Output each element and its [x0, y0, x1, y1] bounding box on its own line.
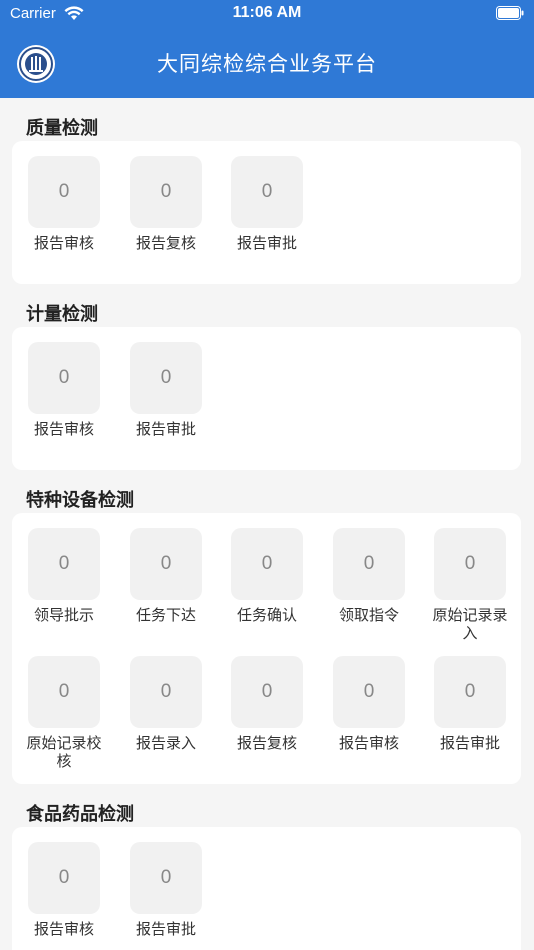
tile-food-report-review[interactable]: 0 报告审核	[28, 842, 100, 938]
tile-special-report-recheck[interactable]: 0 报告复核	[231, 656, 303, 752]
count-badge: 0	[130, 342, 202, 414]
app-header: Carrier 11:06 AM 大同综检综合业务平台	[0, 0, 534, 98]
tile-quality-report-approve[interactable]: 0 报告审批	[231, 156, 303, 252]
tile-task-assign[interactable]: 0 任务下达	[130, 528, 202, 624]
tile-label: 报告审批	[236, 234, 297, 252]
card-metrology: 0 报告审核 0 报告审批	[12, 327, 521, 470]
tile-label: 领取指令	[338, 606, 399, 624]
tile-special-report-review[interactable]: 0 报告审核	[333, 656, 405, 752]
tile-raw-record-check[interactable]: 0 原始记录校核	[26, 656, 102, 770]
tile-metrology-report-review[interactable]: 0 报告审核	[28, 342, 100, 438]
status-bar: Carrier 11:06 AM	[0, 0, 534, 28]
tile-label: 报告审批	[135, 920, 196, 938]
tile-report-entry[interactable]: 0 报告录入	[130, 656, 202, 752]
tile-special-report-approve[interactable]: 0 报告审批	[434, 656, 506, 752]
tile-label: 报告审批	[135, 420, 196, 438]
card-special-equipment: 0 领导批示 0 任务下达 0 任务确认 0 领取指令 0 原始记录录入 0 原…	[12, 513, 521, 784]
tile-label: 领导批示	[33, 606, 94, 624]
tile-label: 任务下达	[135, 606, 196, 624]
section-title-metrology: 计量检测	[26, 304, 98, 325]
section-title-special-equipment: 特种设备检测	[26, 490, 134, 511]
count-badge: 0	[28, 656, 100, 728]
count-badge: 0	[130, 842, 202, 914]
tile-label: 报告审核	[338, 734, 399, 752]
tile-receive-instruction[interactable]: 0 领取指令	[333, 528, 405, 624]
tile-label: 报告审批	[439, 734, 500, 752]
tile-leader-instruction[interactable]: 0 领导批示	[28, 528, 100, 624]
section-title-food-drug: 食品药品检测	[26, 804, 134, 825]
card-food-drug: 0 报告审核 0 报告审批	[12, 827, 521, 950]
count-badge: 0	[434, 528, 506, 600]
count-badge: 0	[130, 156, 202, 228]
section-title-quality: 质量检测	[26, 118, 98, 139]
count-badge: 0	[130, 656, 202, 728]
tile-raw-record-entry[interactable]: 0 原始记录录入	[432, 528, 508, 642]
status-time: 11:06 AM	[232, 4, 302, 21]
card-quality: 0 报告审核 0 报告复核 0 报告审批	[12, 141, 521, 284]
page-title: 大同综检综合业务平台	[157, 52, 377, 76]
count-badge: 0	[28, 156, 100, 228]
tile-label: 任务确认	[236, 606, 297, 624]
tile-quality-report-recheck[interactable]: 0 报告复核	[130, 156, 202, 252]
count-badge: 0	[130, 528, 202, 600]
tile-task-confirm[interactable]: 0 任务确认	[231, 528, 303, 624]
count-badge: 0	[434, 656, 506, 728]
tile-label: 报告录入	[135, 734, 196, 752]
tile-label: 报告复核	[135, 234, 196, 252]
count-badge: 0	[28, 842, 100, 914]
count-badge: 0	[333, 656, 405, 728]
battery-icon	[496, 6, 524, 20]
count-badge: 0	[28, 342, 100, 414]
count-badge: 0	[231, 656, 303, 728]
tile-label: 原始记录校核	[26, 734, 102, 770]
tile-label: 报告复核	[236, 734, 297, 752]
count-badge: 0	[231, 528, 303, 600]
count-badge: 0	[231, 156, 303, 228]
tile-quality-report-review[interactable]: 0 报告审核	[28, 156, 100, 252]
tile-label: 报告审核	[33, 234, 94, 252]
tile-label: 原始记录录入	[432, 606, 508, 642]
tile-label: 报告审核	[33, 920, 94, 938]
tile-label: 报告审核	[33, 420, 94, 438]
count-badge: 0	[333, 528, 405, 600]
tile-food-report-approve[interactable]: 0 报告审批	[130, 842, 202, 938]
count-badge: 0	[28, 528, 100, 600]
tile-metrology-report-approve[interactable]: 0 报告审批	[130, 342, 202, 438]
